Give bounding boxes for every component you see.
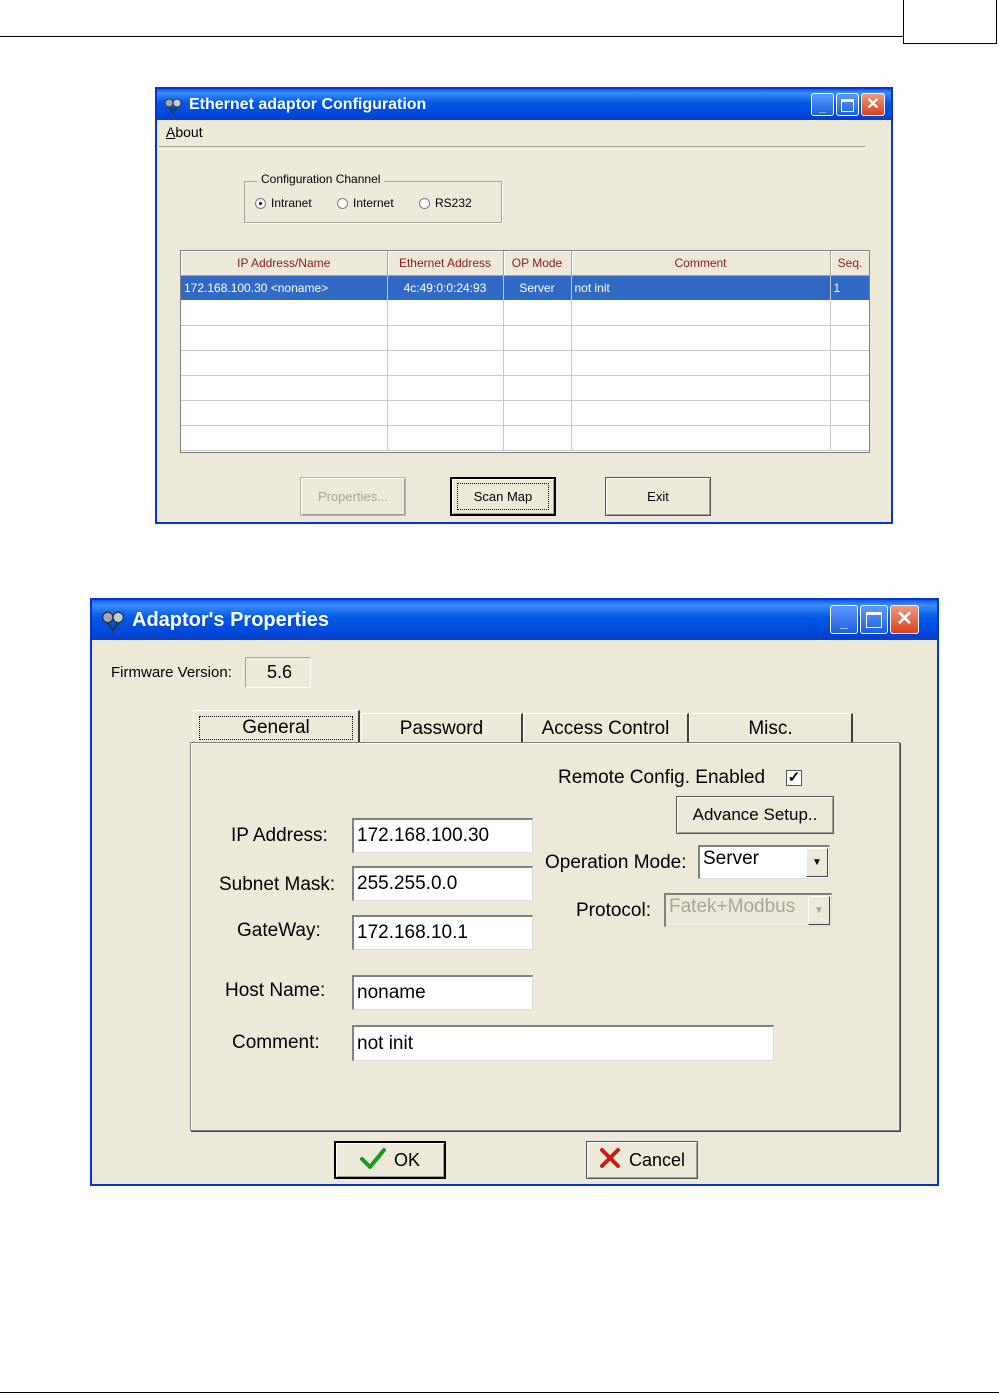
advance-setup-button[interactable]: Advance Setup.. — [676, 796, 834, 834]
minimize-button[interactable]: _ — [830, 605, 858, 634]
properties-button[interactable]: Properties... — [300, 477, 406, 516]
chevron-down-icon[interactable]: ▼ — [806, 848, 828, 877]
tab-password[interactable]: Password — [361, 713, 523, 743]
gateway-label: GateWay: — [237, 920, 321, 941]
cell-comment: not init — [571, 275, 831, 301]
comment-label: Comment: — [232, 1032, 320, 1053]
radio-button-icon — [419, 197, 430, 209]
ok-button[interactable]: OK — [334, 1141, 446, 1179]
adaptor-properties-window: Adaptor's Properties _ ✕ Firmware Versio… — [90, 598, 939, 1186]
gateway-field[interactable]: 172.168.10.1 — [352, 915, 533, 950]
column-header-op-mode[interactable]: OP Mode — [503, 251, 572, 276]
table-row[interactable]: 172.168.100.30 <noname> 4c:49:0:0:24:93 … — [181, 275, 869, 301]
window-title: Adaptor's Properties — [132, 608, 330, 631]
column-header-seq[interactable]: Seq. — [830, 251, 869, 276]
column-header-ip[interactable]: IP Address/Name — [181, 251, 388, 276]
cell-seq: 1 — [830, 275, 869, 301]
protocol-select[interactable]: Fatek+Modbus ▼ — [664, 893, 832, 927]
close-button[interactable]: ✕ — [861, 93, 885, 116]
scan-map-button[interactable]: Scan Map — [450, 477, 556, 516]
menu-about[interactable]: About — [166, 124, 203, 140]
ip-address-field[interactable]: 172.168.100.30 — [352, 818, 533, 853]
adaptor-list-grid[interactable]: IP Address/Name Ethernet Address OP Mode… — [180, 250, 870, 453]
title-bar[interactable]: Ethernet adaptor Configuration — [157, 89, 891, 120]
x-cross-icon — [599, 1147, 621, 1174]
network-app-icon — [100, 608, 126, 633]
remote-config-label: Remote Config. Enabled — [558, 767, 766, 788]
window-title: Ethernet adaptor Configuration — [189, 95, 427, 113]
subnet-mask-field[interactable]: 255.255.0.0 — [352, 866, 533, 901]
radio-intranet[interactable]: Intranet — [255, 196, 312, 210]
network-app-icon — [163, 96, 183, 114]
comment-field[interactable]: not init — [352, 1025, 774, 1061]
cancel-button[interactable]: Cancel — [586, 1141, 698, 1179]
cell-op-mode: Server — [503, 275, 572, 301]
operation-mode-label: Operation Mode: — [545, 852, 687, 873]
operation-mode-select[interactable]: Server ▼ — [698, 845, 830, 879]
protocol-label: Protocol: — [576, 900, 651, 921]
radio-internet[interactable]: Internet — [337, 196, 394, 210]
radio-button-icon — [337, 197, 348, 209]
chevron-down-icon: ▼ — [808, 896, 830, 925]
table-row-empty[interactable] — [181, 300, 869, 326]
host-name-field[interactable]: noname — [352, 975, 533, 1010]
menu-bar: About — [157, 120, 891, 146]
page-header-rule — [0, 36, 903, 37]
table-row-empty[interactable] — [181, 375, 869, 401]
table-row-empty[interactable] — [181, 325, 869, 351]
firmware-version-label: Firmware Version: — [111, 664, 232, 681]
page-footer-rule — [0, 1392, 999, 1393]
checkmark-icon — [359, 1147, 386, 1174]
page-number-box — [903, 0, 997, 44]
remote-config-checkbox[interactable]: ✓ — [786, 770, 802, 786]
firmware-version-value: 5.6 — [245, 657, 311, 688]
column-header-ethernet[interactable]: Ethernet Address — [387, 251, 504, 276]
group-title: Configuration Channel — [257, 172, 385, 186]
close-button[interactable]: ✕ — [890, 605, 919, 634]
minimize-button[interactable]: _ — [811, 93, 834, 116]
radio-rs232[interactable]: RS232 — [419, 196, 472, 210]
maximize-button[interactable] — [860, 605, 888, 634]
tab-misc[interactable]: Misc. — [689, 713, 853, 743]
menu-separator — [159, 146, 865, 150]
title-bar[interactable]: Adaptor's Properties — [92, 600, 937, 640]
grid-header-row: IP Address/Name Ethernet Address OP Mode… — [181, 251, 869, 276]
checkmark-icon: ✓ — [787, 769, 801, 786]
column-header-comment[interactable]: Comment — [571, 251, 831, 276]
ip-address-label: IP Address: — [231, 825, 328, 846]
maximize-button[interactable] — [836, 93, 859, 116]
cell-ethernet: 4c:49:0:0:24:93 — [387, 275, 504, 301]
configuration-channel-group: Configuration Channel Intranet Internet … — [244, 172, 502, 223]
cell-ip: 172.168.100.30 <noname> — [181, 275, 388, 301]
exit-button[interactable]: Exit — [605, 477, 711, 516]
subnet-mask-label: Subnet Mask: — [219, 874, 336, 895]
ethernet-config-window: Ethernet adaptor Configuration _ ✕ About… — [155, 87, 893, 524]
host-name-label: Host Name: — [225, 980, 326, 1001]
table-row-empty[interactable] — [181, 425, 869, 451]
tab-general[interactable]: General — [193, 710, 360, 744]
table-row-empty[interactable] — [181, 400, 869, 426]
radio-button-icon — [255, 197, 266, 209]
tab-access-control[interactable]: Access Control — [523, 713, 689, 743]
table-row-empty[interactable] — [181, 350, 869, 376]
